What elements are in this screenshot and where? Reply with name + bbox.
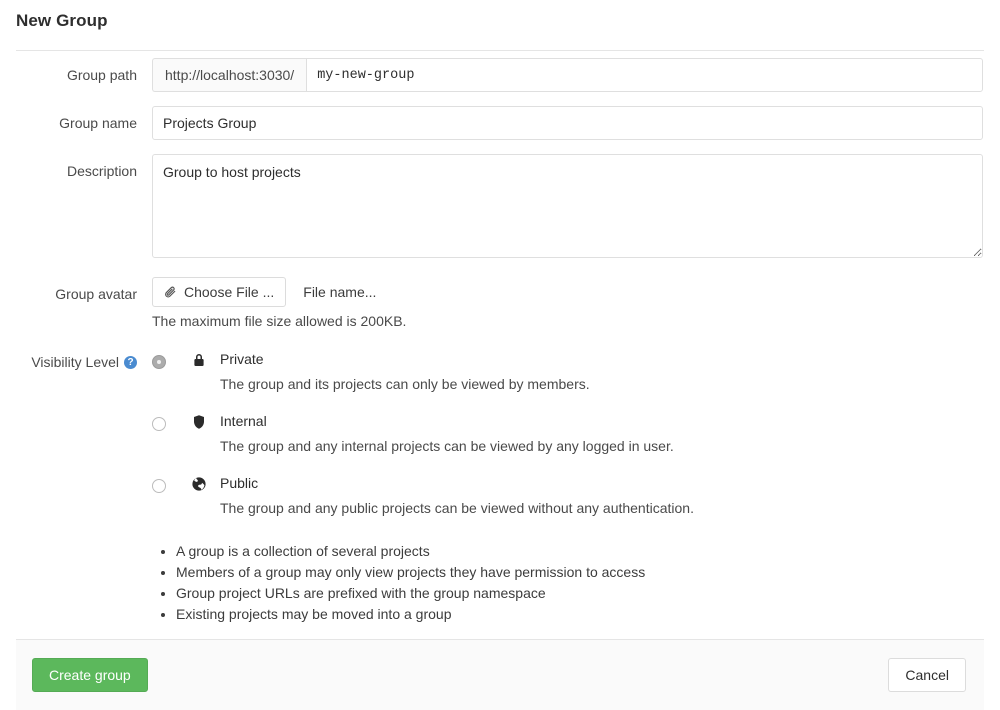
group-name-field	[152, 106, 1000, 140]
choose-file-label: Choose File ...	[184, 284, 274, 300]
globe-icon	[191, 476, 207, 492]
radio-public[interactable]	[152, 479, 166, 493]
new-group-form: Group path http://localhost:3030/ Group …	[0, 58, 1000, 639]
form-row-group-avatar: Group avatar Choose File ... File name..…	[0, 277, 1000, 329]
question-circle-icon[interactable]: ?	[124, 356, 137, 369]
description-textarea[interactable]: Group to host projects	[152, 154, 983, 258]
cancel-button[interactable]: Cancel	[888, 658, 966, 692]
visibility-option-internal[interactable]: Internal The group and any internal proj…	[152, 413, 983, 455]
form-row-group-name: Group name	[0, 106, 1000, 140]
description-field: Group to host projects	[152, 154, 1000, 263]
list-item: Existing projects may be moved into a gr…	[176, 604, 983, 625]
group-path-input-group: http://localhost:3030/	[152, 58, 983, 92]
page-title: New Group	[16, 11, 108, 31]
visibility-label: Visibility Level	[31, 353, 119, 371]
visibility-description: The group and its projects can only be v…	[220, 375, 983, 393]
radio-private[interactable]	[152, 355, 166, 369]
group-path-label: Group path	[0, 58, 152, 92]
group-name-label: Group name	[0, 106, 152, 140]
visibility-label-cell: Visibility Level ?	[0, 351, 152, 371]
file-name-text: File name...	[303, 284, 376, 300]
group-path-input[interactable]	[306, 58, 983, 92]
create-group-button[interactable]: Create group	[32, 658, 148, 692]
form-footer: Create group Cancel	[16, 639, 984, 710]
visibility-description: The group and any public projects can be…	[220, 499, 983, 517]
list-item: Group project URLs are prefixed with the…	[176, 583, 983, 604]
choose-file-button[interactable]: Choose File ...	[152, 277, 286, 307]
visibility-option-public[interactable]: Public The group and any public projects…	[152, 475, 983, 517]
title-divider	[16, 50, 984, 51]
visibility-name: Public	[220, 475, 258, 491]
paperclip-icon	[164, 286, 177, 299]
new-group-page: New Group Group path http://localhost:30…	[0, 0, 1000, 710]
group-avatar-field: Choose File ... File name... The maximum…	[152, 277, 1000, 329]
group-path-field: http://localhost:3030/	[152, 58, 1000, 92]
visibility-option-private[interactable]: Private The group and its projects can o…	[152, 351, 983, 393]
visibility-options: Private The group and its projects can o…	[152, 351, 1000, 625]
description-label: Description	[0, 154, 152, 188]
group-name-input[interactable]	[152, 106, 983, 140]
form-row-group-path: Group path http://localhost:3030/	[0, 58, 1000, 92]
avatar-help-text: The maximum file size allowed is 200KB.	[152, 313, 983, 329]
visibility-description: The group and any internal projects can …	[220, 437, 983, 455]
visibility-name: Private	[220, 351, 264, 367]
visibility-name: Internal	[220, 413, 267, 429]
group-path-prefix: http://localhost:3030/	[152, 58, 306, 92]
shield-icon	[191, 414, 207, 430]
list-item: Members of a group may only view project…	[176, 562, 983, 583]
group-avatar-controls: Choose File ... File name...	[152, 277, 983, 307]
form-row-description: Description Group to host projects	[0, 154, 1000, 263]
group-avatar-label: Group avatar	[0, 277, 152, 311]
form-row-visibility: Visibility Level ? Private The gr	[0, 351, 1000, 625]
radio-internal[interactable]	[152, 417, 166, 431]
group-notes-list: A group is a collection of several proje…	[152, 541, 983, 625]
lock-icon	[191, 352, 207, 368]
list-item: A group is a collection of several proje…	[176, 541, 983, 562]
